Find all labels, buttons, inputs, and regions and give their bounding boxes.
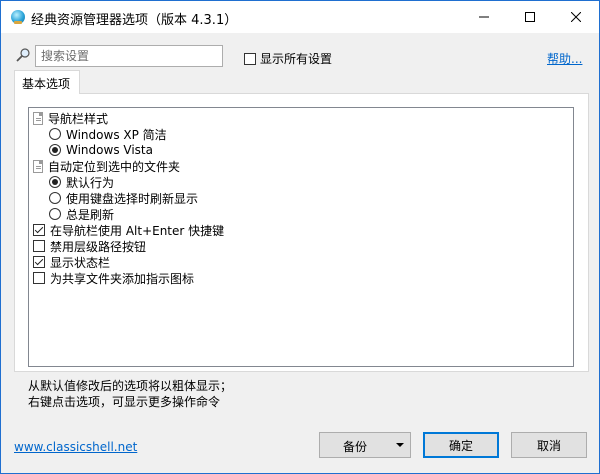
radio-button[interactable] [49, 208, 61, 220]
page-icon [33, 159, 43, 173]
radio-button-selected[interactable] [49, 144, 61, 156]
show-all-checkbox-box[interactable] [244, 52, 256, 65]
tree-option-always-refresh[interactable]: 总是刷新 [49, 206, 114, 222]
show-all-settings-checkbox[interactable]: 显示所有设置 [244, 50, 332, 67]
tree-group-navbar-style[interactable]: 导航栏样式 [33, 110, 108, 126]
minimize-button[interactable] [461, 1, 507, 33]
tree-option-label: Windows Vista [66, 143, 153, 157]
tree-option-label: 使用键盘选择时刷新显示 [66, 191, 199, 206]
options-window: 经典资源管理器选项（版本 4.3.1） 搜索设置 显示所有设置 帮助... 基本… [0, 0, 600, 474]
help-link[interactable]: 帮助... [547, 50, 582, 67]
tree-checkbox-label: 为共享文件夹添加指示图标 [50, 271, 195, 286]
tree-checkbox-label: 在导航栏使用 Alt+Enter 快捷键 [50, 223, 225, 238]
maximize-button[interactable] [507, 1, 553, 33]
tree-option-keyboard-refresh[interactable]: 使用键盘选择时刷新显示 [49, 190, 198, 206]
tree-checkbox-alt-enter[interactable]: 在导航栏使用 Alt+Enter 快捷键 [33, 222, 224, 238]
tree-group-auto-navigate[interactable]: 自动定位到选中的文件夹 [33, 158, 180, 174]
backup-split-button[interactable]: 备份 [319, 432, 411, 458]
close-button[interactable] [553, 1, 599, 33]
tree-option-vista[interactable]: Windows Vista [49, 142, 153, 158]
backup-label: 备份 [342, 440, 367, 454]
close-icon [571, 12, 581, 22]
website-link[interactable]: www.classicshell.net [14, 440, 137, 454]
checkbox[interactable] [33, 272, 45, 284]
tree-option-xp[interactable]: Windows XP 简洁 [49, 126, 167, 142]
title-bar: 经典资源管理器选项（版本 4.3.1） [1, 1, 599, 33]
show-all-label: 显示所有设置 [260, 52, 333, 66]
search-icon [15, 47, 31, 63]
cancel-button[interactable]: 取消 [511, 432, 587, 458]
checkbox[interactable] [33, 240, 45, 252]
tree-checkbox-status-bar[interactable]: 显示状态栏 [33, 254, 110, 270]
search-input[interactable]: 搜索设置 [35, 45, 223, 67]
window-title: 经典资源管理器选项（版本 4.3.1） [31, 13, 238, 28]
app-icon [11, 10, 25, 24]
tree-checkbox-breadcrumbs[interactable]: 禁用层级路径按钮 [33, 238, 146, 254]
info-note-line-2: 右键点击选项，可显示更多操作命令 [28, 395, 221, 409]
tree-checkbox-share-overlay[interactable]: 为共享文件夹添加指示图标 [33, 270, 194, 286]
tree-group-label: 导航栏样式 [48, 111, 109, 126]
checkbox-checked[interactable] [33, 256, 45, 268]
tree-checkbox-label: 显示状态栏 [50, 255, 111, 270]
chevron-down-icon[interactable] [396, 443, 404, 447]
settings-tree[interactable]: 导航栏样式 Windows XP 简洁 Windows Vista 自动定位到选… [28, 107, 574, 367]
minimize-icon [479, 16, 489, 18]
tree-group-label: 自动定位到选中的文件夹 [48, 159, 181, 174]
radio-button[interactable] [49, 128, 61, 140]
tree-option-label: Windows XP 简洁 [66, 127, 167, 142]
info-note-line-1: 从默认值修改后的选项将以粗体显示； [28, 379, 233, 393]
radio-button[interactable] [49, 192, 61, 204]
info-note: 从默认值修改后的选项将以粗体显示； 右键点击选项，可显示更多操作命令 [28, 378, 232, 410]
ok-button[interactable]: 确定 [423, 432, 499, 458]
radio-button-selected[interactable] [49, 176, 61, 188]
tree-option-label: 总是刷新 [66, 207, 115, 222]
tree-checkbox-label: 禁用层级路径按钮 [50, 239, 147, 254]
maximize-icon [525, 12, 535, 22]
checkbox-checked[interactable] [33, 224, 45, 236]
tab-basic-options[interactable]: 基本选项 [14, 70, 80, 94]
tree-option-default[interactable]: 默认行为 [49, 174, 114, 190]
tree-option-label: 默认行为 [66, 175, 115, 190]
page-icon [33, 111, 43, 125]
